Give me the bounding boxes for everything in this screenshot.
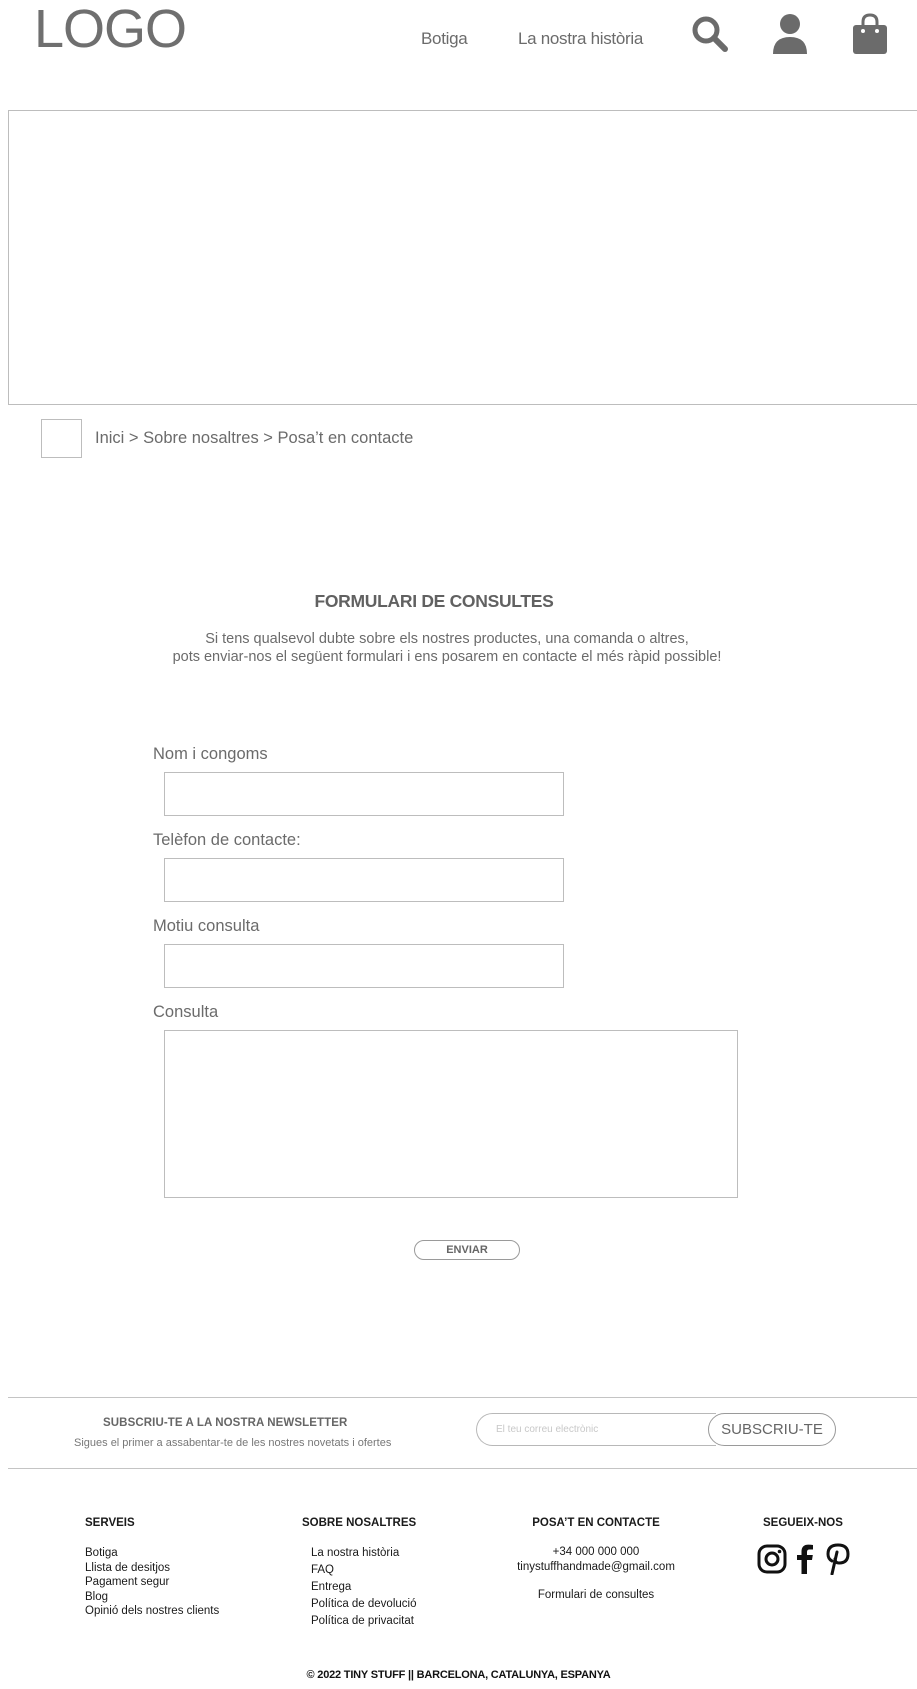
send-button[interactable]: ENVIAR bbox=[414, 1240, 520, 1260]
form-intro: Si tens qualsevol dubte sobre els nostre… bbox=[0, 630, 894, 666]
newsletter-subtitle: Sigues el primer a assabentar-te de les … bbox=[74, 1437, 392, 1449]
nav-link-la-nostra-historia[interactable]: La nostra història bbox=[518, 29, 643, 49]
footer-serveis-list: Botiga Llista de desitjos Pagament segur… bbox=[85, 1546, 219, 1619]
footer-link-entrega[interactable]: Entrega bbox=[311, 1579, 416, 1596]
search-icon bbox=[692, 16, 728, 52]
form-intro-line-1: Si tens qualsevol dubte sobre els nostre… bbox=[205, 631, 689, 647]
breadcrumb-icon-placeholder bbox=[41, 419, 82, 458]
reason-label: Motiu consulta bbox=[153, 917, 260, 935]
footer-email-link[interactable]: tinystuffhandmade@gmail.com bbox=[486, 1560, 706, 1575]
query-textarea[interactable] bbox=[164, 1030, 738, 1198]
facebook-icon bbox=[797, 1544, 813, 1574]
name-input[interactable] bbox=[164, 772, 564, 816]
subscribe-button[interactable]: SUBSCRIU-TE bbox=[708, 1413, 836, 1446]
footer-link-formulari-consultes[interactable]: Formulari de consultes bbox=[486, 1588, 706, 1603]
footer-link-blog[interactable]: Blog bbox=[85, 1590, 219, 1605]
cart-button[interactable] bbox=[848, 12, 892, 56]
footer-link-la-nostra-historia[interactable]: La nostra història bbox=[311, 1545, 416, 1562]
footer-serveis-heading: SERVEIS bbox=[85, 1517, 135, 1529]
user-icon bbox=[773, 14, 807, 54]
query-label: Consulta bbox=[153, 1003, 219, 1021]
newsletter-top-divider bbox=[8, 1397, 917, 1398]
facebook-link[interactable] bbox=[789, 1543, 821, 1575]
phone-label: Telèfon de contacte: bbox=[153, 831, 301, 849]
hero-image-placeholder bbox=[8, 110, 917, 405]
shopping-bag-icon bbox=[853, 13, 887, 54]
footer-link-botiga[interactable]: Botiga bbox=[85, 1546, 219, 1561]
footer-sobre-list: La nostra història FAQ Entrega Política … bbox=[311, 1545, 416, 1630]
footer-link-faq[interactable]: FAQ bbox=[311, 1562, 416, 1579]
name-label: Nom i congoms bbox=[153, 745, 268, 763]
footer-link-opinio-clients[interactable]: Opinió dels nostres clients bbox=[85, 1604, 219, 1619]
phone-input[interactable] bbox=[164, 858, 564, 902]
copyright: © 2022 TINY STUFF || BARCELONA, CATALUNY… bbox=[306, 1669, 611, 1681]
reason-input[interactable] bbox=[164, 944, 564, 988]
newsletter-email-input[interactable]: El teu correu electrònic bbox=[476, 1413, 716, 1446]
footer-segueix-heading: SEGUEIX-NOS bbox=[763, 1517, 843, 1529]
nav-link-botiga[interactable]: Botiga bbox=[421, 29, 468, 49]
footer-link-politica-privacitat[interactable]: Política de privacitat bbox=[311, 1613, 416, 1630]
footer-contacte-list: +34 000 000 000 tinystuffhandmade@gmail.… bbox=[486, 1545, 706, 1603]
logo[interactable]: LOGO bbox=[34, 2, 187, 56]
footer-contacte-heading: POSA’T EN CONTACTE bbox=[532, 1517, 660, 1529]
newsletter-bottom-divider bbox=[8, 1468, 917, 1469]
pinterest-icon bbox=[826, 1543, 850, 1575]
footer-sobre-heading: SOBRE NOSALTRES bbox=[302, 1517, 417, 1529]
search-button[interactable] bbox=[688, 12, 732, 56]
pinterest-link[interactable] bbox=[822, 1543, 854, 1575]
form-title: FORMULARI DE CONSULTES bbox=[314, 591, 554, 611]
breadcrumb[interactable]: Inici > Sobre nosaltres > Posa’t en cont… bbox=[95, 429, 413, 448]
account-button[interactable] bbox=[768, 12, 812, 56]
footer-link-pagament-segur[interactable]: Pagament segur bbox=[85, 1575, 219, 1590]
newsletter-title: SUBSCRIU-TE A LA NOSTRA NEWSLETTER bbox=[103, 1417, 348, 1429]
footer-link-politica-devolucio[interactable]: Política de devolució bbox=[311, 1596, 416, 1613]
footer-link-llista-desitjos[interactable]: Llista de desitjos bbox=[85, 1561, 219, 1576]
instagram-link[interactable] bbox=[756, 1543, 788, 1575]
form-intro-line-2: pots enviar-nos el següent formulari i e… bbox=[172, 649, 722, 665]
footer-phone: +34 000 000 000 bbox=[552, 1546, 640, 1558]
instagram-icon bbox=[757, 1544, 787, 1574]
